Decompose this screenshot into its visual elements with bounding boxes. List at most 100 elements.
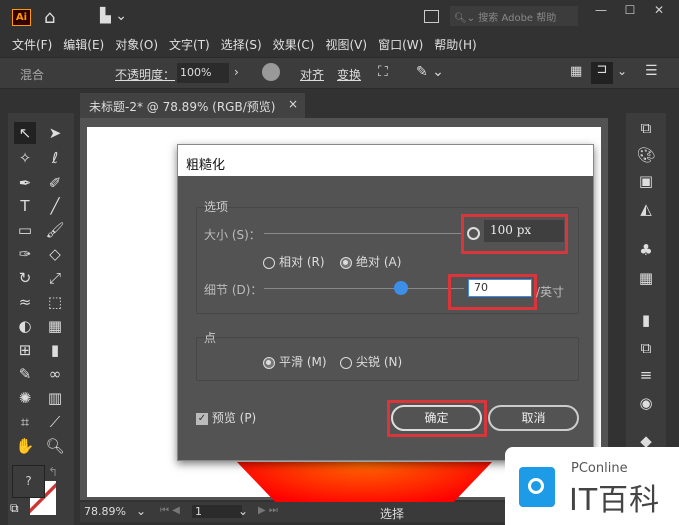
points-smooth[interactable]: 平滑 (M) xyxy=(263,353,327,370)
size-input[interactable]: 100 px xyxy=(484,220,564,242)
menu-type[interactable]: 文字(T) xyxy=(169,38,210,52)
default-colors-icon[interactable]: ⧉ xyxy=(10,501,19,516)
workspace-switcher-icon[interactable]: ▙ ⌄ xyxy=(100,8,127,24)
chevron-down-icon[interactable]: ⌄ xyxy=(617,64,627,78)
rotate-tool-icon[interactable]: ↻ xyxy=(14,267,36,289)
blend-tool-icon[interactable]: ∞ xyxy=(44,363,66,385)
selection-tool-icon[interactable]: ↖ xyxy=(14,122,36,144)
stroke-icon[interactable]: ≡ xyxy=(636,365,656,385)
symbols-icon[interactable]: ♣ xyxy=(636,240,656,260)
perspective-grid-icon[interactable]: ▦ xyxy=(44,315,66,337)
menu-select[interactable]: 选择(S) xyxy=(221,38,262,52)
menu-help[interactable]: 帮助(H) xyxy=(434,38,476,52)
radio-absolute[interactable] xyxy=(340,256,352,269)
current-tool-status[interactable]: 选择 xyxy=(380,505,404,522)
opacity-label[interactable]: 不透明度： xyxy=(115,66,175,83)
menu-view[interactable]: 视图(V) xyxy=(325,38,367,52)
graph-tool-icon[interactable]: ▥ xyxy=(44,387,66,409)
first-artboard-icon[interactable]: ⏮ ◀ xyxy=(160,505,180,516)
zoom-dropdown-icon[interactable]: ⌄ xyxy=(136,504,146,518)
warp-tool-icon[interactable]: ≈ xyxy=(14,291,36,313)
arrange-documents-icon[interactable] xyxy=(424,10,439,23)
gradient-tool-icon[interactable]: ▮ xyxy=(44,339,66,361)
pen-tool-icon[interactable]: ✒ xyxy=(14,172,36,194)
maximize-button[interactable]: ☐ xyxy=(617,3,643,21)
opacity-arrow-button[interactable]: › xyxy=(234,65,239,79)
size-mode-absolute[interactable]: 绝对 (A) xyxy=(340,253,401,270)
color-palette-icon[interactable]: 🎨︎ xyxy=(636,145,656,165)
properties-icon[interactable]: ⧉ xyxy=(636,118,656,138)
search-box[interactable]: 🔍︎⌄ 搜索 Adobe 帮助 xyxy=(450,6,578,26)
detail-input[interactable]: 70 xyxy=(468,279,532,297)
zoom-level-field[interactable]: 78.89% xyxy=(84,505,126,518)
free-transform-icon[interactable]: ⬚ xyxy=(44,291,66,313)
cancel-button[interactable]: 取消 xyxy=(488,405,579,431)
align-button[interactable]: 对齐 xyxy=(300,66,324,83)
dialog-title: 粗糙化 xyxy=(178,145,593,176)
document-tab[interactable]: 未标题-2* @ 78.89% (RGB/预览) × xyxy=(80,93,305,118)
slice-tool-icon[interactable]: ⟋ xyxy=(44,411,66,433)
menu-edit[interactable]: 编辑(E) xyxy=(63,38,104,52)
direct-selection-tool-icon[interactable]: ➤ xyxy=(44,122,66,144)
line-tool-icon[interactable]: ╱ xyxy=(44,195,66,217)
color-guide-icon[interactable]: ◭ xyxy=(636,199,656,219)
points-corner[interactable]: 尖锐 (N) xyxy=(340,353,402,370)
minimize-button[interactable]: — xyxy=(588,3,614,21)
opacity-input[interactable]: 100% xyxy=(177,63,229,83)
shape-builder-icon[interactable]: ◐ xyxy=(14,315,36,337)
mesh-tool-icon[interactable]: ⊞ xyxy=(14,339,36,361)
swap-colors-icon[interactable]: ↰ xyxy=(48,465,58,479)
artboard-number-field[interactable]: 1 xyxy=(192,505,242,518)
paintbrush-icon[interactable]: 🖌︎ xyxy=(44,219,66,241)
recolor-icon[interactable] xyxy=(262,63,280,81)
hand-tool-icon[interactable]: ✋ xyxy=(14,435,36,457)
curvature-tool-icon[interactable]: ✐ xyxy=(44,172,66,194)
preview-checkbox[interactable]: ✓ 预览 (P) xyxy=(196,409,256,426)
next-artboard-icon[interactable]: ▶ ⏭ xyxy=(258,505,278,516)
libraries-icon[interactable]: ▦ xyxy=(636,268,656,288)
ok-button[interactable]: 确定 xyxy=(391,405,482,431)
type-tool-icon[interactable]: T xyxy=(14,195,36,217)
menu-bar: 文件(F) 编辑(E) 对象(O) 文字(T) 选择(S) 效果(C) 视图(V) 窗口(W)… xyxy=(0,34,679,56)
transform-button[interactable]: 变换 xyxy=(337,66,361,83)
size-slider-track[interactable] xyxy=(264,233,464,234)
isolate-icon[interactable]: ⛶ xyxy=(378,64,388,80)
zoom-tool-icon[interactable]: 🔍︎ xyxy=(44,435,66,457)
size-mode-relative[interactable]: 相对 (R) xyxy=(263,253,325,270)
scale-tool-icon[interactable]: ⤢ xyxy=(44,267,66,289)
eraser-icon[interactable]: ◇ xyxy=(44,243,66,265)
menu-file[interactable]: 文件(F) xyxy=(12,38,52,52)
menu-effect[interactable]: 效果(C) xyxy=(273,38,315,52)
artboard-dropdown-icon[interactable]: ⌄ xyxy=(238,504,248,518)
radio-smooth[interactable] xyxy=(263,356,275,369)
radio-corner[interactable] xyxy=(340,356,352,369)
checkbox-checked-icon[interactable]: ✓ xyxy=(196,412,208,425)
grid-icon[interactable]: ▦ xyxy=(570,64,582,79)
close-button[interactable]: ✕ xyxy=(646,3,672,21)
menu-object[interactable]: 对象(O) xyxy=(115,38,158,52)
menu-window[interactable]: 窗口(W) xyxy=(378,38,423,52)
appearance-icon[interactable]: ◉ xyxy=(636,393,656,413)
watermark-brand: PConline xyxy=(571,461,628,476)
absolute-label: 绝对 (A) xyxy=(356,255,402,269)
detail-slider-handle[interactable] xyxy=(394,281,408,295)
rectangle-tool-icon[interactable]: ▭ xyxy=(14,219,36,241)
brush-icon[interactable]: ✎ ⌄ xyxy=(416,64,444,80)
transparency-icon[interactable]: ⧉ xyxy=(636,338,656,358)
fill-swatch[interactable]: ? xyxy=(12,465,45,498)
eyedropper-icon[interactable]: ✎ xyxy=(14,363,36,385)
panel-toggle-icon[interactable]: ⊐ xyxy=(591,62,613,84)
shaper-tool-icon[interactable]: ✑ xyxy=(14,243,36,265)
swatches-icon[interactable]: ▣ xyxy=(636,171,656,191)
gradient-icon[interactable]: ▮ xyxy=(636,310,656,330)
lasso-icon[interactable]: ℓ xyxy=(44,147,66,169)
artboard-tool-icon[interactable]: ⌗ xyxy=(14,411,36,433)
menu-list-icon[interactable]: ☰ xyxy=(645,63,658,79)
symbol-sprayer-icon[interactable]: ✺ xyxy=(14,387,36,409)
detail-slider-track[interactable] xyxy=(264,288,464,289)
radio-relative[interactable] xyxy=(263,256,275,269)
tab-close-icon[interactable]: × xyxy=(288,97,298,111)
options-group-label: 选项 xyxy=(204,200,229,214)
home-icon[interactable]: ⌂ xyxy=(44,7,55,28)
magic-wand-icon[interactable]: ✧ xyxy=(14,147,36,169)
